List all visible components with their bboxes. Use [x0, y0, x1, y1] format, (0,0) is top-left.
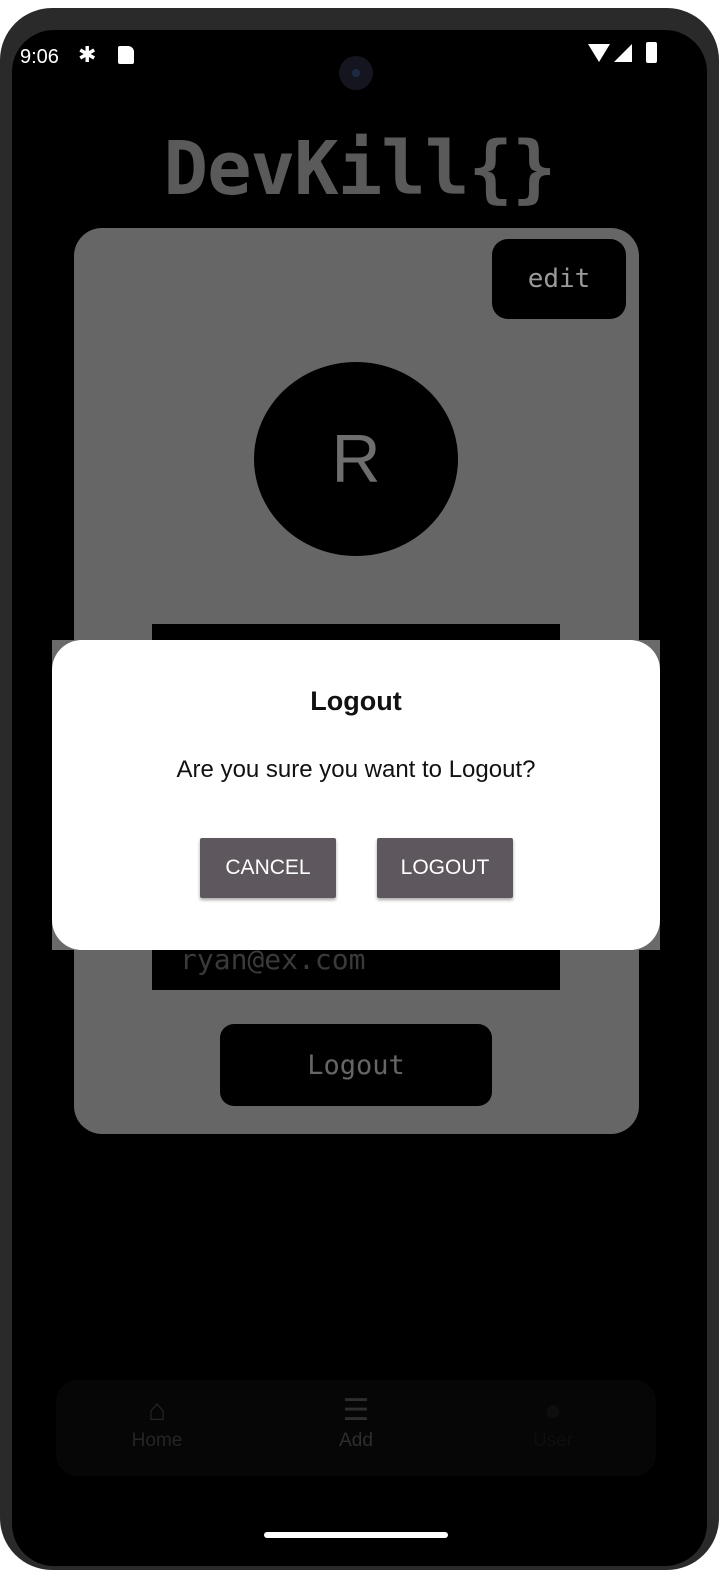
- nav-item-home[interactable]: ⌂ Home: [97, 1392, 217, 1472]
- home-indicator[interactable]: [264, 1532, 448, 1538]
- avatar: R: [254, 362, 458, 556]
- wifi-icon: [588, 44, 610, 62]
- logout-button[interactable]: Logout: [220, 1024, 492, 1106]
- dialog-title: Logout: [310, 686, 402, 716]
- dialog-message: Are you sure you want to Logout?: [176, 756, 536, 783]
- home-icon: ⌂: [147, 1394, 167, 1427]
- signal-icon: [614, 44, 632, 62]
- phone-frame: 9:06 ✱ DevKill{} edit R ryan@ex.com Logo…: [0, 8, 719, 1570]
- gear-icon: ✱: [78, 42, 97, 67]
- nav-item-add[interactable]: ☰ Add: [296, 1392, 416, 1472]
- user-icon: ●: [543, 1394, 563, 1427]
- bottom-nav: ⌂ Home ☰ Add ● User: [56, 1380, 656, 1476]
- confirm-logout-button[interactable]: LOGOUT: [377, 838, 513, 898]
- nav-item-user[interactable]: ● User: [493, 1392, 613, 1472]
- cancel-button[interactable]: CANCEL: [200, 838, 336, 898]
- screen: 9:06 ✱ DevKill{} edit R ryan@ex.com Logo…: [12, 30, 707, 1566]
- status-bar: 9:06 ✱: [12, 30, 707, 90]
- app-title: DevKill{}: [163, 126, 557, 212]
- sdcard-icon: [118, 46, 134, 64]
- edit-button[interactable]: edit: [492, 239, 626, 319]
- status-time: 9:06: [20, 46, 59, 68]
- clipboard-icon: ☰: [342, 1394, 370, 1427]
- nav-label-home: Home: [131, 1430, 183, 1451]
- nav-label-user: User: [532, 1430, 574, 1451]
- camera-cutout: [339, 56, 373, 90]
- logout-dialog: Logout Are you sure you want to Logout? …: [52, 640, 660, 950]
- battery-icon: [646, 42, 657, 63]
- nav-label-add: Add: [339, 1430, 373, 1451]
